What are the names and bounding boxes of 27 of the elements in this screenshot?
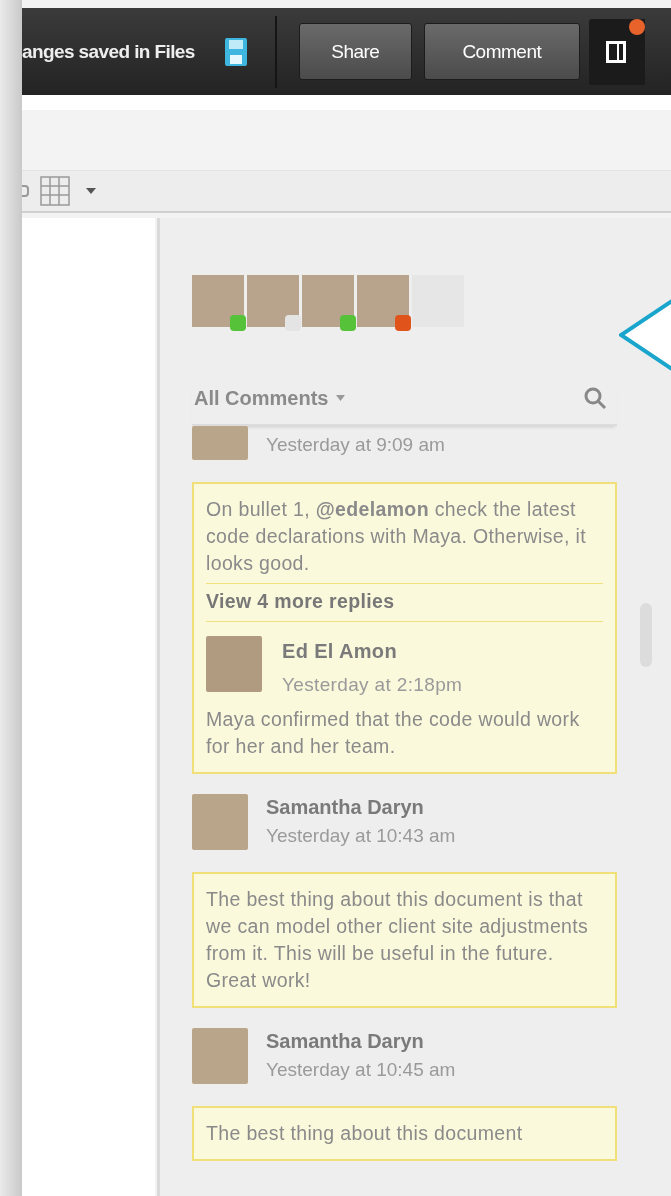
comment-text: The best thing about this document is that we can model other client site adjustments from it. This will be useful in the future. Great work!	[206, 887, 590, 993]
toolbar-icon[interactable]	[22, 184, 30, 198]
comment-time: Yesterday at 10:45 am	[266, 1059, 456, 1081]
share-button[interactable]: Share	[298, 23, 412, 80]
avatar-placeholder	[192, 794, 248, 850]
author-name: Ed El Amon	[282, 639, 398, 664]
comment-button[interactable]: Comment	[423, 23, 580, 80]
author-name: Samantha Daryn	[266, 1030, 425, 1053]
side-panel-icon	[604, 39, 627, 64]
avatar-placeholder	[192, 1028, 248, 1084]
comment-time: Yesterday at 2:18pm	[282, 673, 463, 697]
avatar-placeholder[interactable]	[412, 275, 464, 327]
search-icon[interactable]	[583, 386, 607, 410]
comment-text: The best thing about this document	[206, 1121, 524, 1146]
view-more-replies-link[interactable]: View 4 more replies	[206, 583, 603, 622]
avatar-placeholder	[206, 636, 262, 692]
panel-toggle-button[interactable]	[588, 18, 645, 85]
comment-text: Maya confirmed that the code would work for her and her team.	[206, 707, 581, 759]
comment-time: Yesterday at 9:09 am	[266, 434, 445, 456]
author-name: Samantha Daryn	[266, 796, 425, 819]
caret-icon	[336, 395, 346, 401]
save-status-text: anges saved in Files	[22, 40, 195, 63]
avatar-placeholder	[192, 426, 248, 460]
caret-icon[interactable]	[86, 188, 96, 194]
comment-text: On bullet 1, @edelamon check the latest code declarations with Maya. Otherwise, it looks good.	[206, 497, 587, 576]
table-icon[interactable]	[40, 176, 70, 206]
comment-time: Yesterday at 10:43 am	[266, 825, 456, 847]
